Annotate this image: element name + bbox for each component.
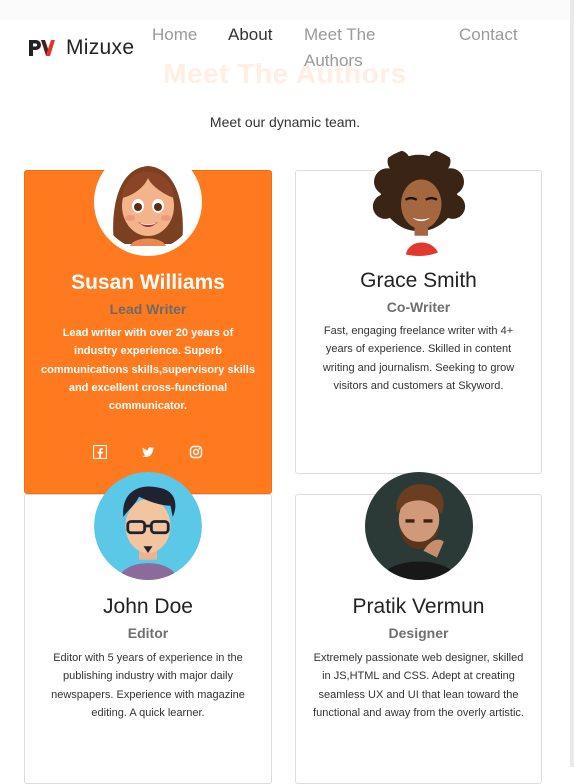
- section-title: Meet The Authors: [163, 58, 407, 89]
- facebook-icon[interactable]: [93, 445, 107, 459]
- nav-home-link[interactable]: Home: [152, 22, 197, 48]
- twitter-icon[interactable]: [141, 445, 155, 459]
- pv-logo-icon: [29, 40, 55, 56]
- brand-link[interactable]: Mizuxe: [28, 36, 134, 60]
- author-role: Lead Writer: [109, 301, 187, 317]
- author-role: Designer: [388, 625, 449, 641]
- bearded-man-photo: [365, 472, 473, 580]
- page-scrollbar-edge: [570, 0, 574, 767]
- author-description: Extremely passionate web designer, skill…: [313, 652, 524, 719]
- brand-name: Mizuxe: [66, 36, 135, 59]
- author-name: Susan Williams: [71, 271, 225, 294]
- author-name: Pratik Vermun: [352, 595, 485, 618]
- author-description: Fast, engaging freelance writer with 4+ …: [322, 325, 515, 392]
- social-links: [25, 445, 271, 459]
- nav-about-link[interactable]: About: [228, 22, 272, 48]
- section-subtitle: Meet our dynamic team.: [209, 114, 361, 130]
- author-name: John Doe: [103, 595, 193, 618]
- author-role: Co-Writer: [386, 299, 451, 315]
- navbar-top-strip: [0, 0, 570, 20]
- author-name: Grace Smith: [360, 269, 477, 292]
- glasses-man-avatar: [94, 472, 202, 580]
- curly-hair-woman-avatar: [365, 148, 473, 256]
- woman-cartoon-avatar: [94, 148, 202, 256]
- author-role: Editor: [127, 625, 169, 641]
- author-description: Editor with 5 years of experience in the…: [51, 652, 245, 719]
- nav-contact-link[interactable]: Contact: [459, 22, 518, 48]
- author-description: Lead writer with over 20 years of indust…: [41, 327, 255, 413]
- instagram-icon[interactable]: [189, 445, 203, 459]
